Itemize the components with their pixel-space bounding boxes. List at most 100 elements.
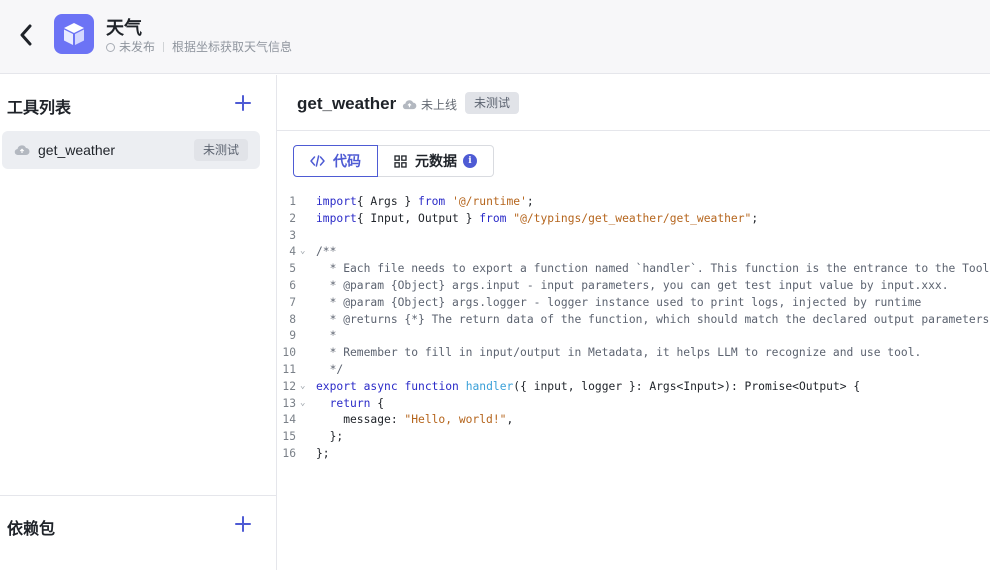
code-line[interactable]: 1 import{ Args } from '@/runtime';	[277, 193, 990, 210]
code-token: };	[316, 430, 344, 444]
code-line[interactable]: 4 ⌄ /**	[277, 243, 990, 260]
line-number: 2	[289, 211, 296, 225]
code-token: *	[316, 329, 337, 343]
code-line[interactable]: 16};	[277, 445, 990, 462]
code-token: * Each file needs to export a function n…	[316, 262, 990, 276]
code-text: */	[316, 361, 344, 378]
line-number: 16	[282, 447, 296, 460]
code-token: };	[316, 447, 330, 460]
code-line[interactable]: 3	[277, 227, 990, 244]
code-token: * @returns {*} The return data of the fu…	[316, 312, 990, 326]
tool-name: get_weather	[38, 142, 116, 158]
back-button[interactable]	[14, 22, 38, 48]
code-token: ;	[526, 195, 534, 208]
grid-icon	[394, 154, 407, 168]
code-text: /**	[316, 243, 336, 260]
code-token: * @param {Object} args.input - input par…	[316, 279, 949, 292]
code-token: /**	[316, 245, 337, 259]
cloud-icon	[14, 145, 30, 156]
code-line[interactable]: 6 * @param {Object} args.input - input p…	[277, 277, 990, 294]
code-token: return	[329, 396, 371, 410]
line-number: 9	[289, 329, 296, 343]
code-line[interactable]: 7 * @param {Object} args.logger - logger…	[277, 294, 990, 311]
add-tool-button[interactable]	[234, 94, 252, 112]
code-token: { Args }	[356, 195, 419, 208]
code-line[interactable]: 5 * Each file needs to export a function…	[277, 260, 990, 277]
cube-icon	[64, 23, 84, 45]
code-text: };	[316, 445, 330, 462]
line-number: 14	[282, 413, 296, 427]
code-text: };	[316, 428, 344, 445]
code-line[interactable]: 15 };	[277, 428, 990, 445]
code-token: ;	[751, 211, 759, 225]
function-header: get_weather 未上线 未测试	[277, 75, 990, 131]
tools-title: 工具列表	[7, 100, 72, 117]
code-text: * Each file needs to export a function n…	[316, 260, 990, 277]
code-token: ,	[506, 413, 514, 427]
publish-status: 未发布	[119, 40, 156, 54]
deploy-status-text: 未上线	[421, 98, 458, 112]
fold-toggle-icon[interactable]: ⌄	[300, 378, 310, 395]
code-text: message: "Hello, world!",	[316, 411, 513, 428]
status-dot-icon	[106, 42, 115, 52]
code-token: "@/typings/get_weather/get_weather"	[513, 211, 752, 225]
code-line[interactable]: 11 */	[277, 361, 990, 378]
tab-metadata[interactable]: 元数据 i	[378, 145, 494, 177]
code-line[interactable]: 13 ⌄ return {	[277, 395, 990, 412]
line-number: 10	[282, 346, 296, 360]
code-token: from	[418, 195, 446, 208]
tab-code-label: 代码	[333, 153, 361, 169]
code-text: export async function handler({ input, l…	[316, 378, 860, 395]
code-text: import{ Input, Output } from "@/typings/…	[316, 210, 758, 227]
code-token: ({ input, logger }: Args<Input>): Promis…	[513, 379, 861, 393]
code-icon	[310, 155, 325, 167]
app-description: 根据坐标获取天气信息	[172, 40, 293, 54]
test-status-badge: 未测试	[465, 92, 520, 114]
code-text: * @param {Object} args.input - input par…	[316, 277, 949, 294]
chevron-left-icon	[20, 24, 32, 46]
code-line[interactable]: 9 *	[277, 327, 990, 344]
code-token: handler	[465, 379, 514, 393]
line-number: 12	[282, 379, 296, 393]
line-number: 4	[289, 245, 296, 259]
info-icon[interactable]: i	[463, 154, 477, 168]
tool-item-get-weather[interactable]: get_weather 未测试	[2, 131, 260, 169]
line-number: 5	[289, 262, 296, 276]
function-title: get_weather	[297, 94, 397, 113]
code-line[interactable]: 14 message: "Hello, world!",	[277, 411, 990, 428]
code-token: export	[316, 379, 357, 393]
dependencies-title: 依赖包	[7, 521, 56, 538]
editor-tabs: 代码 元数据 i	[293, 145, 494, 177]
code-line[interactable]: 2 import{ Input, Output } from "@/typings…	[277, 210, 990, 227]
code-token: { Input, Output }	[356, 211, 480, 225]
fold-toggle-icon[interactable]: ⌄	[300, 395, 310, 412]
code-token: function	[404, 379, 459, 393]
sidebar-divider	[0, 495, 276, 496]
line-number: 11	[282, 363, 296, 376]
line-number: 8	[289, 312, 296, 326]
code-token: * @param {Object} args.logger - logger i…	[316, 295, 922, 309]
code-token: import	[316, 195, 357, 208]
code-text: import{ Args } from '@/runtime';	[316, 193, 534, 210]
code-editor[interactable]: 1 import{ Args } from '@/runtime'; 2 import…	[277, 191, 990, 471]
line-number: 1	[289, 195, 296, 208]
line-number: 3	[289, 228, 296, 242]
fold-toggle-icon[interactable]: ⌄	[300, 243, 310, 260]
tab-metadata-label: 元数据	[415, 153, 457, 169]
line-number: 6	[289, 279, 296, 292]
deploy-status: 未上线	[402, 96, 457, 113]
code-line[interactable]: 12 ⌄ export async function handler({ input…	[277, 378, 990, 395]
code-line[interactable]: 10 * Remember to fill in input/output in…	[277, 344, 990, 361]
code-token: {	[370, 396, 385, 410]
add-dependency-button[interactable]	[234, 515, 252, 533]
code-token: from	[479, 211, 507, 225]
tab-code[interactable]: 代码	[293, 145, 378, 177]
code-line[interactable]: 8 * @returns {*} The return data of the …	[277, 311, 990, 328]
code-text: *	[316, 327, 337, 344]
cloud-icon	[402, 100, 417, 110]
app-subtitle: 未发布 根据坐标获取天气信息	[106, 40, 292, 54]
code-token: "Hello, world!"	[404, 413, 507, 427]
divider	[163, 42, 165, 52]
